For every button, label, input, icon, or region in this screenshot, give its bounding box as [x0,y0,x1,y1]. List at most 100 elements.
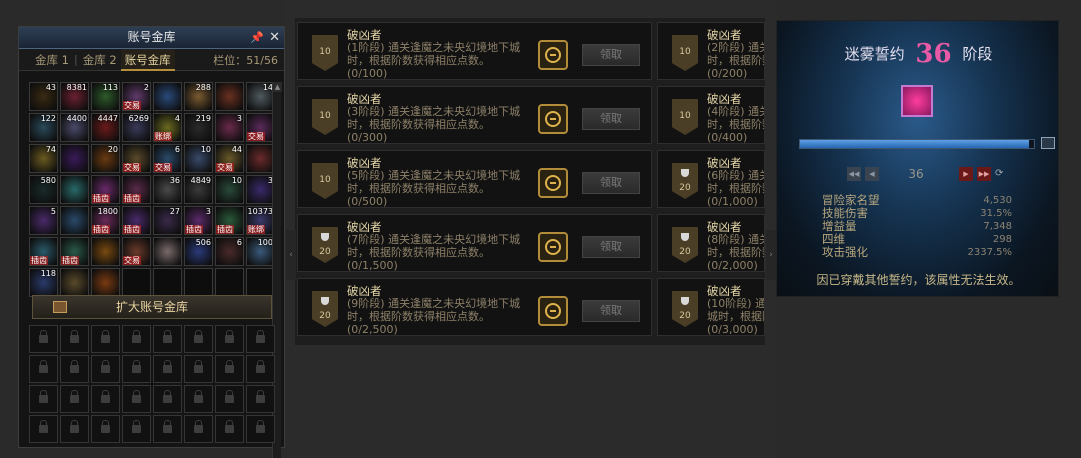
tab-vault-2[interactable]: 金库 2 [79,49,121,71]
vault-item-slot[interactable]: 288 [184,82,213,111]
vault-item-slot[interactable]: 插齿 [122,206,151,235]
stage-stepper-value: 36 [908,167,924,181]
reward-coin-icon[interactable] [538,40,568,70]
lock-icon [101,420,110,433]
vault-item-slot[interactable]: 506 [184,237,213,266]
vault-item-slot[interactable] [60,175,89,204]
reward-coin-icon[interactable] [538,296,568,326]
locked-slot [153,355,182,383]
claim-button[interactable]: 领取 [582,172,640,194]
vault-item-slot[interactable]: 113 [91,82,120,111]
claim-button[interactable]: 领取 [582,108,640,130]
item-count: 4849 [190,176,211,185]
vault-titlebar[interactable]: 账号金库 📌 ✕ [19,27,284,49]
item-trade-tag: 插齿 [123,225,141,234]
badge-points: 20 [679,311,691,321]
lock-icon [70,420,79,433]
vault-item-slot[interactable]: 10 [184,144,213,173]
first-stage-button[interactable]: ◀◀ [847,167,861,181]
vault-item-slot[interactable]: 插齿 [122,175,151,204]
trophy-badge-icon: 20 [672,227,698,263]
vault-item-slot[interactable]: 4400 [60,113,89,142]
claim-button[interactable]: 领取 [582,300,640,322]
vault-item-slot[interactable]: 580 [29,175,58,204]
vault-item-slot[interactable]: 36 [153,175,182,204]
empty-vault-slot[interactable] [246,268,275,297]
empty-vault-slot[interactable] [153,268,182,297]
close-icon[interactable]: ✕ [269,27,280,48]
tab-vault-1[interactable]: 金库 1 [31,49,73,71]
vault-item-slot[interactable] [153,82,182,111]
tab-account-vault[interactable]: 账号金库 [120,48,175,71]
vault-item-slot[interactable]: 4447 [91,113,120,142]
challenge-description: (1阶段) 通关逢魔之未央幻境地下城时，根据阶数获得相应点数。 [347,41,521,67]
pact-gem-icon[interactable] [901,85,933,117]
empty-vault-slot[interactable] [122,268,151,297]
vault-item-slot[interactable]: 27 [153,206,182,235]
locked-slot [184,415,213,443]
vault-item-slot[interactable]: 插齿 [215,206,244,235]
claim-button[interactable]: 领取 [582,236,640,258]
vault-item-slot[interactable]: 8381 [60,82,89,111]
vault-item-slot[interactable]: 交易 [122,144,151,173]
vault-item-slot[interactable]: 6 交易 [153,144,182,173]
empty-vault-slot[interactable] [184,268,213,297]
reward-coin-icon[interactable] [538,104,568,134]
last-stage-button[interactable]: ▶▶ [977,167,991,181]
vault-item-slot[interactable]: 118 [29,268,58,297]
vault-item-slot[interactable] [60,144,89,173]
vault-item-slot[interactable]: 14 [246,82,275,111]
vault-item-slot[interactable]: 2 交易 [122,82,151,111]
next-page-arrow[interactable]: › [766,230,776,280]
claim-button[interactable]: 领取 [582,44,640,66]
scroll-up-icon[interactable]: ▲ [273,82,282,92]
vault-item-slot[interactable]: 100 [246,237,275,266]
vault-item-slot[interactable] [60,206,89,235]
badge-points: 10 [319,175,331,185]
vault-item-slot[interactable]: 插齿 [60,237,89,266]
vault-item-slot[interactable]: 插齿 [29,237,58,266]
locked-slot [184,385,213,413]
vault-item-slot[interactable] [246,144,275,173]
vault-item-slot[interactable]: 219 [184,113,213,142]
vault-item-slot[interactable]: 插齿 [91,175,120,204]
challenge-progress: (0/3,000) [707,323,758,336]
vault-item-slot[interactable]: 1800 插齿 [91,206,120,235]
vault-item-slot[interactable]: 10 [215,175,244,204]
vault-item-slot[interactable]: 10373 账绑 [246,206,275,235]
vault-item-slot[interactable]: 43 [29,82,58,111]
vault-item-slot[interactable] [91,237,120,266]
prev-stage-button[interactable]: ◀ [865,167,879,181]
vault-item-slot[interactable]: 4849 [184,175,213,204]
vault-item-slot[interactable]: 交易 [246,113,275,142]
vault-item-slot[interactable]: 3 [215,113,244,142]
vault-item-slot[interactable]: 122 [29,113,58,142]
pin-icon[interactable]: 📌 [250,27,264,48]
vault-item-slot[interactable]: 交易 [122,237,151,266]
vault-item-slot[interactable]: 3 [246,175,275,204]
vault-item-slot[interactable] [215,82,244,111]
vault-item-slot[interactable]: 5 [29,206,58,235]
prev-page-arrow[interactable]: ‹ [286,230,296,280]
reset-icon[interactable]: ⟳ [995,168,1003,179]
expand-vault-button[interactable]: 扩大账号金库 [32,295,272,319]
vault-item-slot[interactable]: 4 账绑 [153,113,182,142]
reward-coin-icon[interactable] [538,232,568,262]
empty-vault-slot[interactable] [215,268,244,297]
pact-info-icon[interactable] [1041,137,1055,149]
vault-item-slot[interactable]: 6269 [122,113,151,142]
vault-item-slot[interactable] [60,268,89,297]
reward-coin-icon[interactable] [538,168,568,198]
vault-item-slot[interactable]: 3 插齿 [184,206,213,235]
next-stage-button[interactable]: ▶ [959,167,973,181]
vault-item-slot[interactable]: 20 [91,144,120,173]
vault-item-slot[interactable] [91,268,120,297]
locked-slot [29,385,58,413]
item-trade-tag: 账绑 [247,225,265,234]
locked-slot [246,415,275,443]
vault-item-slot[interactable]: 6 [215,237,244,266]
vault-item-slot[interactable]: 44 交易 [215,144,244,173]
vault-item-slot[interactable] [153,237,182,266]
vault-item-slot[interactable]: 74 [29,144,58,173]
challenge-progress: (0/300) [347,131,388,144]
